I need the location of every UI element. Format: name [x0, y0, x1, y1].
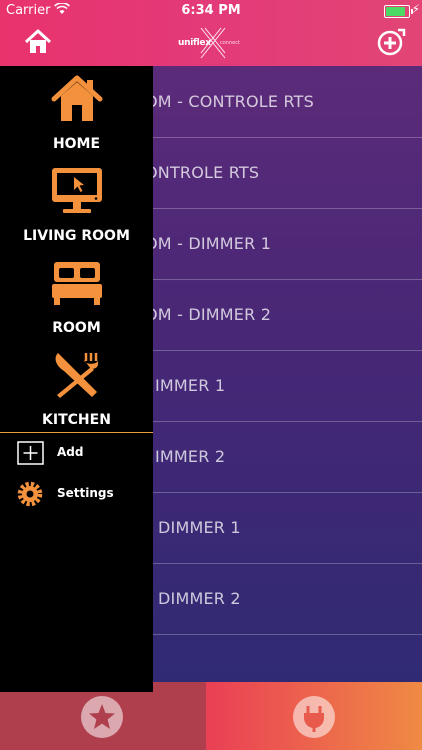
battery-icon	[384, 5, 413, 18]
star-icon	[81, 696, 123, 738]
tab-devices[interactable]	[206, 682, 422, 750]
logo-text: uniflex	[178, 38, 211, 48]
bed-icon	[51, 262, 102, 305]
room-label: KITCHEN	[42, 412, 111, 428]
device-label: OM - DIMMER 1	[145, 234, 272, 253]
gear-icon	[17, 481, 43, 507]
room-label: HOME	[52, 136, 101, 152]
add-circle-icon[interactable]	[376, 27, 406, 57]
home-icon[interactable]	[24, 28, 52, 56]
device-label: DIMMER 2	[158, 589, 241, 608]
room-room[interactable]: ROOM	[0, 256, 153, 346]
plug-icon	[293, 696, 335, 738]
room-home[interactable]: HOME	[0, 72, 153, 162]
drawer-divider	[0, 432, 153, 433]
drawer-action-label: Settings	[57, 486, 114, 500]
room-label: ROOM	[52, 320, 101, 336]
device-label: DIMMER 1	[158, 518, 241, 537]
room-kitchen[interactable]: KITCHEN	[0, 348, 153, 438]
tab-favorites[interactable]	[0, 682, 206, 750]
drawer-add-button[interactable]: Add	[0, 436, 153, 470]
clock: 6:34 PM	[181, 3, 241, 18]
utensils-icon	[55, 353, 98, 398]
uniflex-logo: uniflex connect	[178, 26, 244, 60]
room-label: LIVING ROOM	[23, 228, 130, 244]
tv-icon	[51, 168, 102, 213]
device-label: OM - DIMMER 2	[145, 305, 272, 324]
device-label: ONTROLE RTS	[145, 163, 260, 182]
device-label: IMMER 2	[155, 447, 226, 466]
add-square-icon	[17, 441, 44, 465]
side-drawer: HOME LIVING ROOM ROOM KITCHEN Add Settin…	[0, 66, 153, 692]
device-label: OM - CONTROLE RTS	[145, 92, 314, 111]
drawer-settings-button[interactable]: Settings	[0, 477, 153, 511]
room-living-room[interactable]: LIVING ROOM	[0, 164, 153, 254]
charging-icon: ⚡	[411, 2, 420, 16]
status-bar: Carrier 6:34 PM ⚡	[0, 0, 422, 22]
drawer-action-label: Add	[57, 445, 84, 459]
device-label: IMMER 1	[155, 376, 226, 395]
house-icon	[51, 75, 102, 121]
logo-subtext: connect	[220, 40, 240, 46]
bottom-tab-bar	[0, 682, 422, 750]
